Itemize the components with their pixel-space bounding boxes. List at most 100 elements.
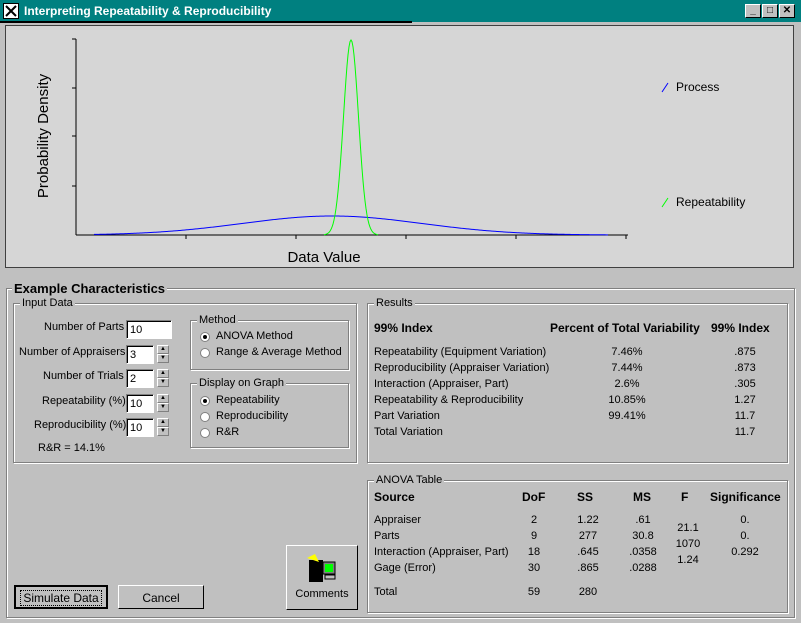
range-average-radio[interactable] <box>200 348 210 358</box>
x-axis-label: Data Value <box>287 249 360 266</box>
anova-row-dof: 30 <box>527 562 541 574</box>
repeatability-label: Repeatability (%) <box>42 395 126 407</box>
method-label: Method <box>197 314 238 326</box>
anova-significance: 0. <box>740 530 750 542</box>
window-title: Interpreting Repeatability & Reproducibi… <box>24 4 272 18</box>
results-row-label: Repeatability & Reproducibility <box>374 394 524 406</box>
anova-label: ANOVA Table <box>374 474 445 486</box>
results-row-percent: 7.46% <box>611 346 643 358</box>
anova-total-dof: 59 <box>527 586 541 598</box>
comments-label: Comments <box>295 588 349 600</box>
results-row-index: 11.7 <box>734 426 756 438</box>
results-row-index: .875 <box>734 346 756 358</box>
anova-row-dof: 18 <box>527 546 541 558</box>
anova-row-dof: 2 <box>530 514 538 526</box>
legend-process-swatch <box>661 82 669 93</box>
anova-total-ss: 280 <box>578 586 598 598</box>
close-icon[interactable]: ✕ <box>779 4 795 18</box>
legend-repeatability: Repeatability <box>676 195 745 209</box>
anova-header-source: Source <box>374 490 415 504</box>
anova-row-source: Gage (Error) <box>374 562 436 574</box>
anova-header-f: F <box>681 490 689 504</box>
trials-spinner[interactable]: ▲ ▼ <box>157 369 169 387</box>
anova-header-ss: SS <box>577 490 594 504</box>
title-divider <box>0 21 412 23</box>
maximize-icon[interactable]: □ <box>762 4 778 18</box>
reproducibility-label: Reproducibility (%) <box>34 419 127 431</box>
display-label: Display on Graph <box>197 377 286 389</box>
parts-input[interactable]: 10 <box>126 320 172 339</box>
reproducibility-input[interactable]: 10 <box>126 418 154 437</box>
anova-significance: 0.292 <box>731 546 759 558</box>
input-data-label: Input Data <box>20 297 75 309</box>
app-icon[interactable] <box>3 3 19 19</box>
anova-row-ms: .0288 <box>629 562 657 574</box>
results-row-label: Part Variation <box>374 410 440 422</box>
anova-row-dof: 9 <box>530 530 538 542</box>
results-row-percent: 2.6% <box>614 378 640 390</box>
results-header-percent: Percent of Total Variability <box>550 321 700 335</box>
anova-f-value: 1070 <box>675 538 701 550</box>
anova-header-significance: Significance <box>710 490 781 504</box>
reproducibility-spinner[interactable]: ▲ ▼ <box>157 418 169 436</box>
display-rr-radio[interactable] <box>200 428 210 438</box>
appraisers-spinner[interactable]: ▲ ▼ <box>157 345 169 363</box>
simulate-data-button[interactable]: Simulate Data <box>14 585 108 609</box>
anova-row-ms: 30.8 <box>632 530 654 542</box>
results-row-index: 1.27 <box>734 394 756 406</box>
results-row-label: Total Variation <box>374 426 443 438</box>
anova-row-ss: 1.22 <box>577 514 599 526</box>
trials-input[interactable]: 2 <box>126 369 154 388</box>
comments-button[interactable]: Comments <box>286 545 358 610</box>
method-group <box>190 320 349 370</box>
display-rr-label[interactable]: R&R <box>216 426 239 438</box>
results-row-percent: 10.85% <box>608 394 646 406</box>
results-row-index: .305 <box>734 378 756 390</box>
results-header-index2: 99% Index <box>711 321 770 335</box>
display-reproducibility-label[interactable]: Reproducibility <box>216 410 288 422</box>
anova-row-ms: .0358 <box>629 546 657 558</box>
process-curve <box>93 215 609 236</box>
y-axis-label: Probability Density <box>35 73 52 198</box>
results-row-label: Reproducibility (Appraiser Variation) <box>374 362 550 374</box>
legend-process: Process <box>676 80 719 94</box>
appraisers-input[interactable]: 3 <box>126 345 154 364</box>
anova-row-source: Parts <box>374 530 400 542</box>
results-row-index: 11.7 <box>734 410 756 422</box>
cancel-label: Cancel <box>142 591 180 605</box>
trials-label: Number of Trials <box>43 370 124 382</box>
legend-repeatability-swatch <box>661 197 669 208</box>
appraisers-label: Number of Appraisers <box>19 346 126 358</box>
minimize-icon[interactable]: _ <box>745 4 761 18</box>
results-label: Results <box>374 297 415 309</box>
repeatability-input[interactable]: 10 <box>126 394 154 413</box>
section-title: Example Characteristics <box>12 281 168 296</box>
cancel-button[interactable]: Cancel <box>118 585 204 609</box>
range-average-label[interactable]: Range & Average Method <box>216 346 342 358</box>
anova-row-ss: .645 <box>577 546 599 558</box>
results-row-label: Interaction (Appraiser, Part) <box>374 378 509 390</box>
anova-total-label: Total <box>374 586 398 598</box>
anova-radio[interactable] <box>200 332 210 342</box>
graph-svg: Probability Density Data Value Process R… <box>35 38 745 266</box>
simulate-data-label: Simulate Data <box>20 590 102 606</box>
results-row-label: Repeatability (Equipment Variation) <box>374 346 547 358</box>
display-repeatability-radio[interactable] <box>200 396 210 406</box>
rr-value: R&R = 14.1% <box>38 442 105 454</box>
anova-significance: 0. <box>740 514 750 526</box>
anova-row-ss: 277 <box>578 530 598 542</box>
display-reproducibility-radio[interactable] <box>200 412 210 422</box>
anova-label[interactable]: ANOVA Method <box>216 330 293 342</box>
anova-row-ms: .61 <box>635 514 651 526</box>
anova-row-source: Appraiser <box>374 514 422 526</box>
comments-icon <box>307 554 336 582</box>
repeatability-spinner[interactable]: ▲ ▼ <box>157 394 169 412</box>
results-row-percent: 7.44% <box>611 362 643 374</box>
parts-label: Number of Parts <box>44 321 125 333</box>
anova-header-ms: MS <box>633 490 651 504</box>
anova-f-value: 1.24 <box>677 554 699 566</box>
display-repeatability-label[interactable]: Repeatability <box>216 394 280 406</box>
results-row-index: .873 <box>734 362 756 374</box>
anova-header-dof: DoF <box>522 490 546 504</box>
distribution-graph: Probability Density Data Value Process R… <box>5 25 794 268</box>
